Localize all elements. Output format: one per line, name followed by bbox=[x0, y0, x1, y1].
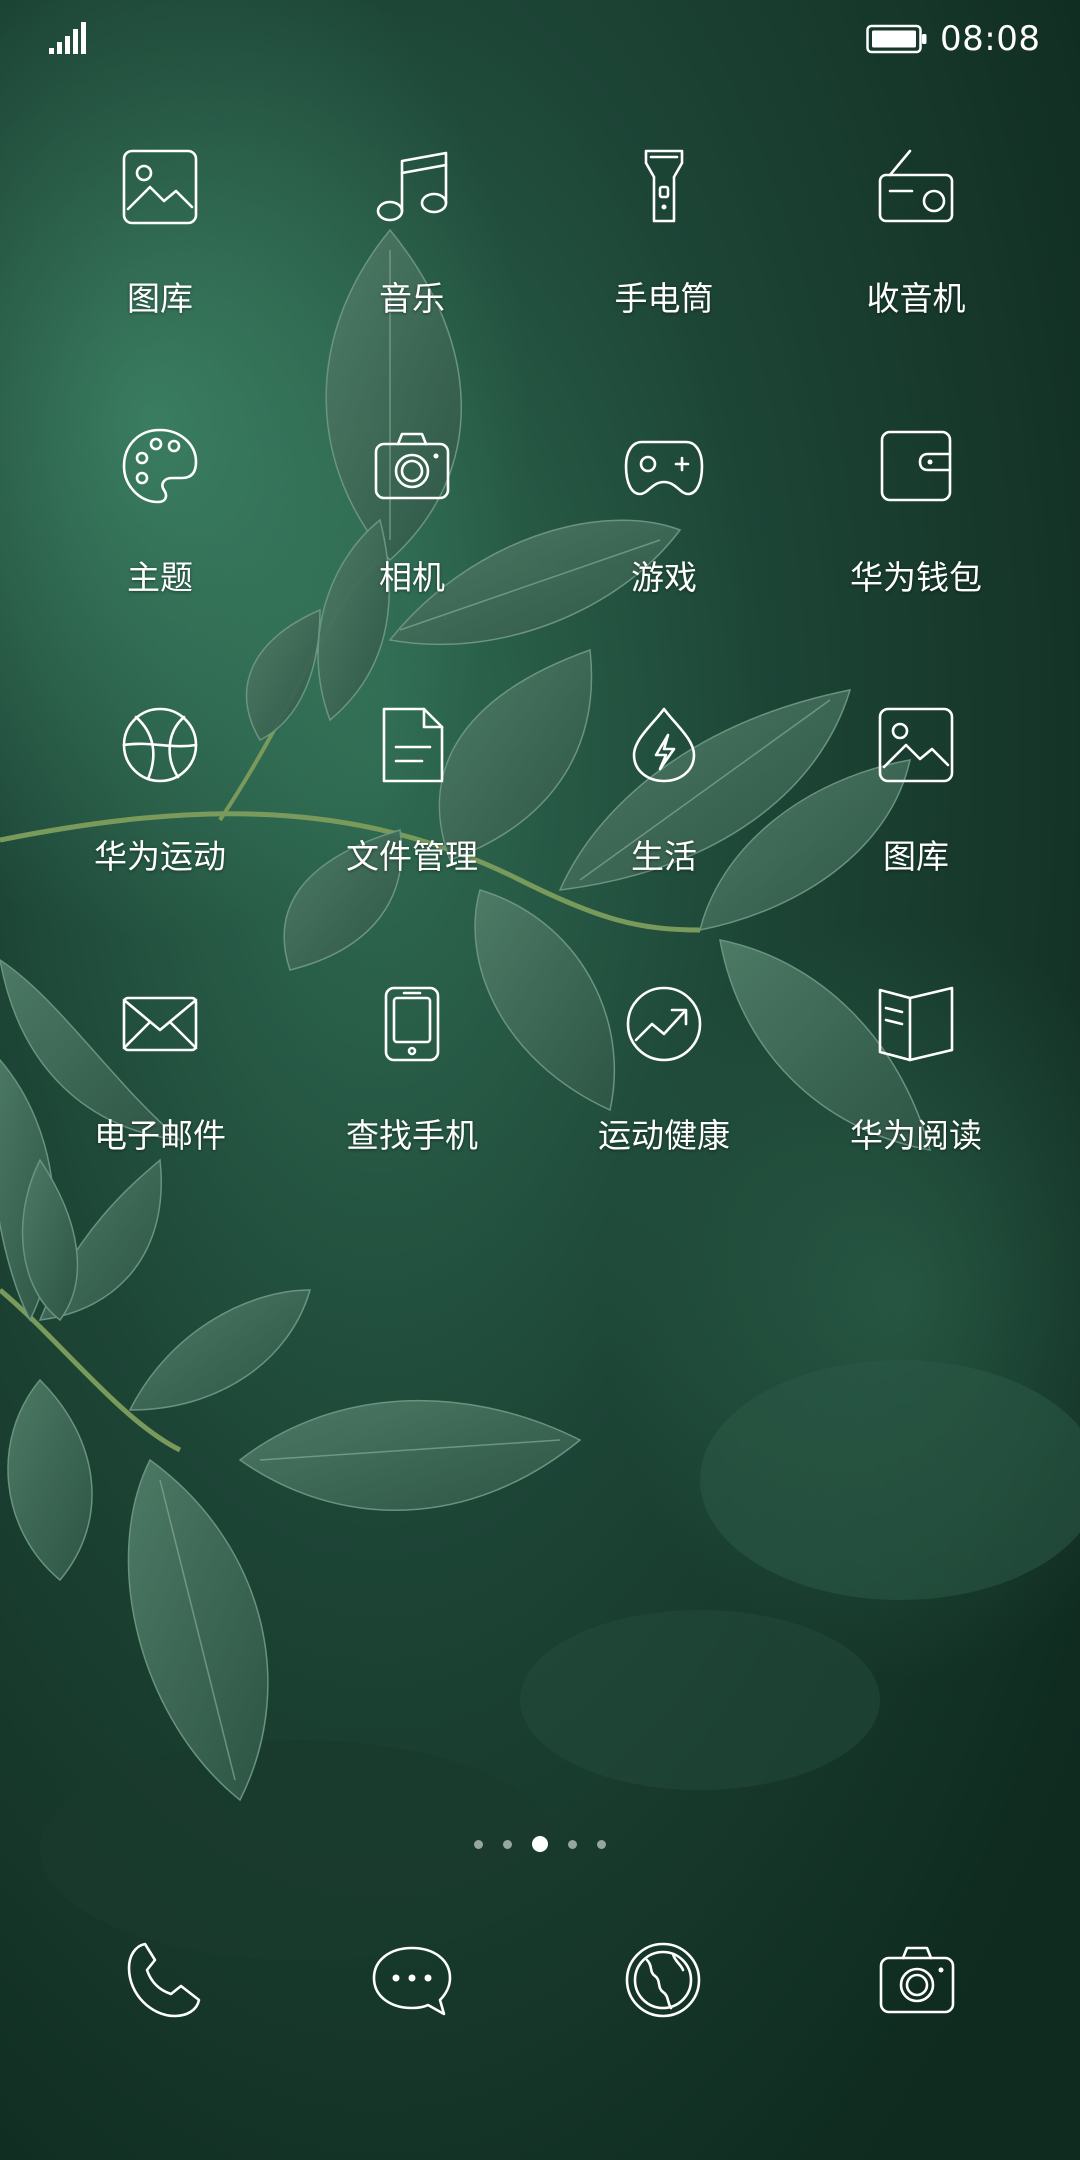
camera-icon bbox=[374, 432, 450, 500]
app-label: 华为运动 bbox=[94, 837, 226, 876]
ball-icon bbox=[122, 707, 198, 783]
app-label: 手电筒 bbox=[614, 279, 714, 318]
flashlight-icon bbox=[644, 149, 684, 223]
gallery-icon bbox=[122, 149, 198, 225]
document-icon bbox=[382, 707, 444, 783]
app-huawei-wallet[interactable]: 华为钱包 bbox=[791, 426, 1041, 626]
app-find-my-phone[interactable]: 查找手机 bbox=[287, 984, 537, 1184]
page-indicator[interactable] bbox=[0, 1832, 1080, 1856]
app-label: 华为钱包 bbox=[850, 558, 982, 597]
app-huawei-reader[interactable]: 华为阅读 bbox=[791, 984, 1041, 1184]
home-screen: 08:08 图库 音乐 手电筒 收音机 主题 相机 游戏 华为钱包 华为运动 文… bbox=[0, 0, 1080, 2160]
app-radio[interactable]: 收音机 bbox=[791, 147, 1041, 347]
app-health[interactable]: 运动健康 bbox=[539, 984, 789, 1184]
app-gallery[interactable]: 图库 bbox=[35, 147, 285, 347]
app-label: 相机 bbox=[379, 558, 445, 597]
app-themes[interactable]: 主题 bbox=[35, 426, 285, 626]
app-camera[interactable]: 相机 bbox=[287, 426, 537, 626]
message-bubble-icon[interactable] bbox=[372, 1940, 452, 2020]
app-label: 运动健康 bbox=[598, 1116, 730, 1155]
trend-chart-icon bbox=[626, 986, 702, 1062]
status-bar: 08:08 bbox=[0, 0, 1080, 80]
app-huawei-sports[interactable]: 华为运动 bbox=[35, 705, 285, 905]
book-icon bbox=[878, 986, 954, 1062]
app-label: 查找手机 bbox=[346, 1116, 478, 1155]
page-dot[interactable] bbox=[474, 1839, 483, 1849]
lightning-drop-icon bbox=[632, 707, 696, 783]
battery-icon bbox=[866, 24, 927, 54]
gamepad-icon bbox=[624, 440, 704, 496]
app-label: 主题 bbox=[127, 558, 193, 597]
gallery-icon bbox=[878, 707, 954, 783]
app-label: 图库 bbox=[883, 837, 949, 876]
music-note-icon bbox=[376, 151, 448, 222]
app-label: 图库 bbox=[127, 279, 193, 318]
page-dot-active[interactable] bbox=[532, 1836, 548, 1852]
app-label: 生活 bbox=[631, 837, 697, 876]
app-games[interactable]: 游戏 bbox=[539, 426, 789, 626]
app-file-manager[interactable]: 文件管理 bbox=[287, 705, 537, 905]
status-clock: 08:08 bbox=[940, 19, 1041, 59]
app-label: 电子邮件 bbox=[94, 1116, 226, 1155]
signal-bars-icon bbox=[49, 22, 86, 54]
camera-icon[interactable] bbox=[877, 1940, 957, 2020]
app-label: 游戏 bbox=[631, 558, 697, 597]
app-life[interactable]: 生活 bbox=[539, 705, 789, 905]
app-label: 文件管理 bbox=[346, 837, 478, 876]
app-label: 音乐 bbox=[379, 279, 445, 318]
app-label: 收音机 bbox=[866, 279, 966, 318]
phone-device-icon bbox=[384, 986, 440, 1062]
app-label: 华为阅读 bbox=[850, 1116, 982, 1155]
radio-icon bbox=[878, 149, 954, 223]
page-dot[interactable] bbox=[568, 1839, 577, 1849]
app-music[interactable]: 音乐 bbox=[287, 147, 537, 347]
app-gallery-2[interactable]: 图库 bbox=[791, 705, 1041, 905]
page-dot[interactable] bbox=[503, 1839, 512, 1849]
globe-icon[interactable] bbox=[623, 1940, 703, 2020]
app-email[interactable]: 电子邮件 bbox=[35, 984, 285, 1184]
app-flashlight[interactable]: 手电筒 bbox=[539, 147, 789, 347]
wallet-icon bbox=[880, 430, 952, 502]
phone-call-icon[interactable] bbox=[123, 1940, 203, 2020]
page-dot[interactable] bbox=[597, 1839, 606, 1849]
envelope-icon bbox=[122, 996, 198, 1052]
palette-icon bbox=[122, 428, 198, 504]
